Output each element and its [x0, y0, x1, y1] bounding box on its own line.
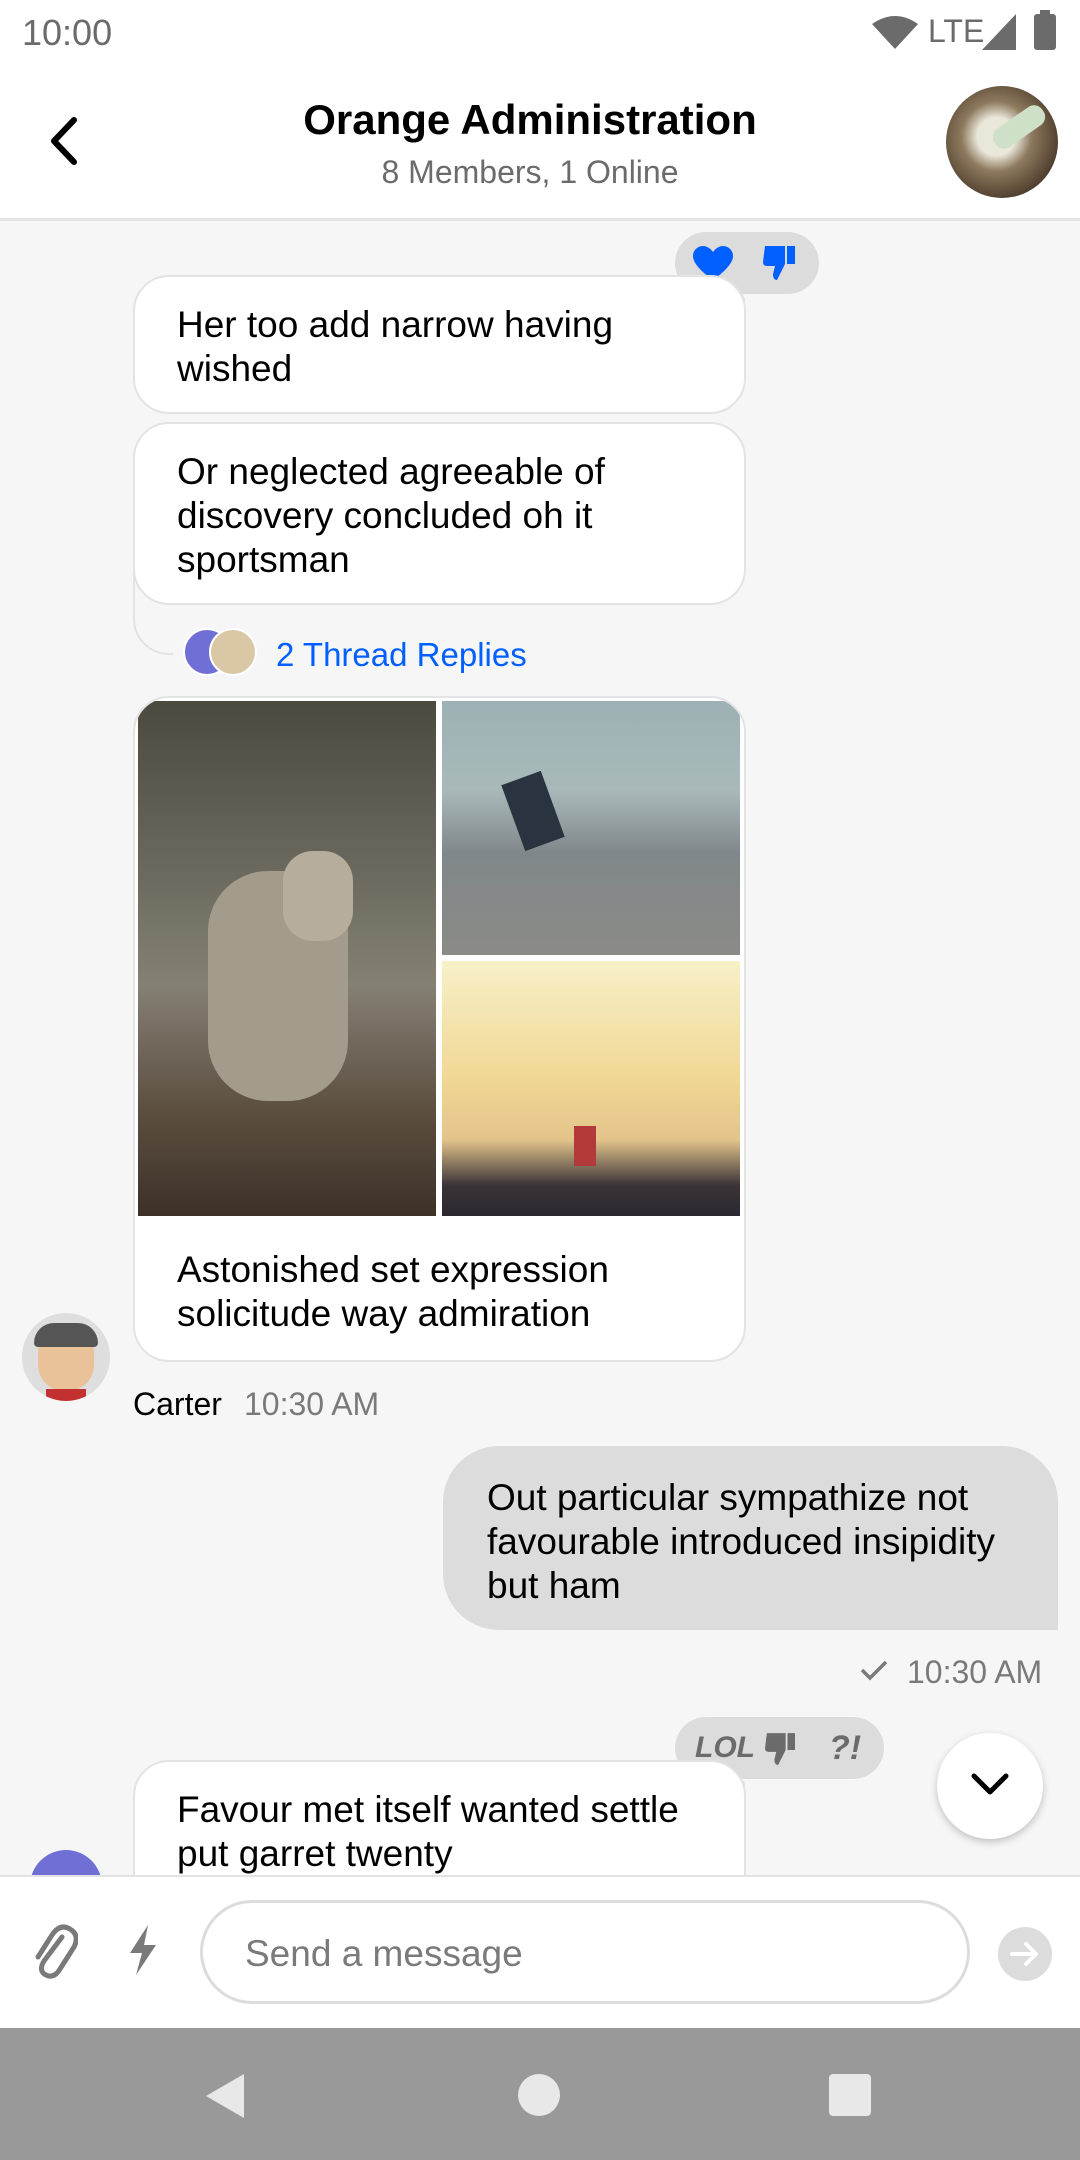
chevron-down-icon: [971, 1773, 1009, 1795]
image-wolf[interactable]: [138, 701, 436, 1216]
commands-lightning-icon[interactable]: [128, 1925, 158, 1975]
message-composer: Send a message: [0, 1875, 1080, 2030]
scroll-to-bottom-button[interactable]: [937, 1733, 1043, 1839]
image-runner[interactable]: [442, 961, 740, 1216]
avatar: [209, 628, 257, 676]
send-icon: [1010, 1942, 1038, 1966]
message-text: Favour met itself wanted settle put garr…: [177, 1789, 679, 1874]
message-input[interactable]: Send a message: [200, 1900, 970, 2004]
message-text: Out particular sympathize not favourable…: [487, 1477, 996, 1606]
nav-recents-icon[interactable]: [829, 2074, 871, 2116]
channel-subtitle: 8 Members, 1 Online: [381, 154, 679, 190]
attachment-icon[interactable]: [32, 1923, 78, 1981]
thread-replies-link[interactable]: 2 Thread Replies: [276, 636, 527, 674]
system-navigation-bar: [0, 2028, 1080, 2160]
battery-icon: [1034, 10, 1056, 50]
channel-avatar[interactable]: [946, 86, 1058, 198]
message-time: 10:30 AM: [907, 1654, 1043, 1690]
read-check-icon: [860, 1660, 888, 1681]
image-message[interactable]: Astonished set expression solicitude way…: [133, 696, 746, 1362]
wifi-icon: [872, 16, 918, 49]
message-time: 10:30 AM: [244, 1386, 380, 1422]
network-type: LTE: [928, 13, 985, 49]
nav-home-icon[interactable]: [518, 2074, 560, 2116]
message-bubble[interactable]: Her too add narrow having wished: [133, 275, 746, 414]
image-caption: Astonished set expression solicitude way…: [177, 1249, 609, 1334]
thumbs-down-icon[interactable]: [763, 244, 795, 282]
message-author: Carter: [133, 1386, 222, 1422]
status-time: 10:00: [22, 12, 113, 53]
avatar[interactable]: [22, 1313, 110, 1401]
image-skateboarder[interactable]: [442, 701, 740, 955]
message-bubble[interactable]: Favour met itself wanted settle put garr…: [133, 1760, 746, 1875]
message-text: Her too add narrow having wished: [177, 304, 614, 389]
message-list-clip: Favour met itself wanted settle put garr…: [0, 1758, 1080, 1875]
channel-header: Orange Administration 8 Members, 1 Onlin…: [0, 66, 1080, 221]
message-text: Or neglected agreeable of discovery conc…: [177, 451, 605, 580]
own-message-bubble[interactable]: Out particular sympathize not favourable…: [443, 1446, 1058, 1630]
avatar[interactable]: [30, 1850, 102, 1875]
signal-icon: [982, 14, 1016, 50]
message-bubble[interactable]: Or neglected agreeable of discovery conc…: [133, 422, 746, 605]
send-button[interactable]: [998, 1927, 1052, 1981]
channel-title: Orange Administration: [303, 96, 757, 143]
nav-back-icon[interactable]: [204, 2072, 246, 2120]
status-bar: 10:00 LTE: [0, 0, 1080, 66]
